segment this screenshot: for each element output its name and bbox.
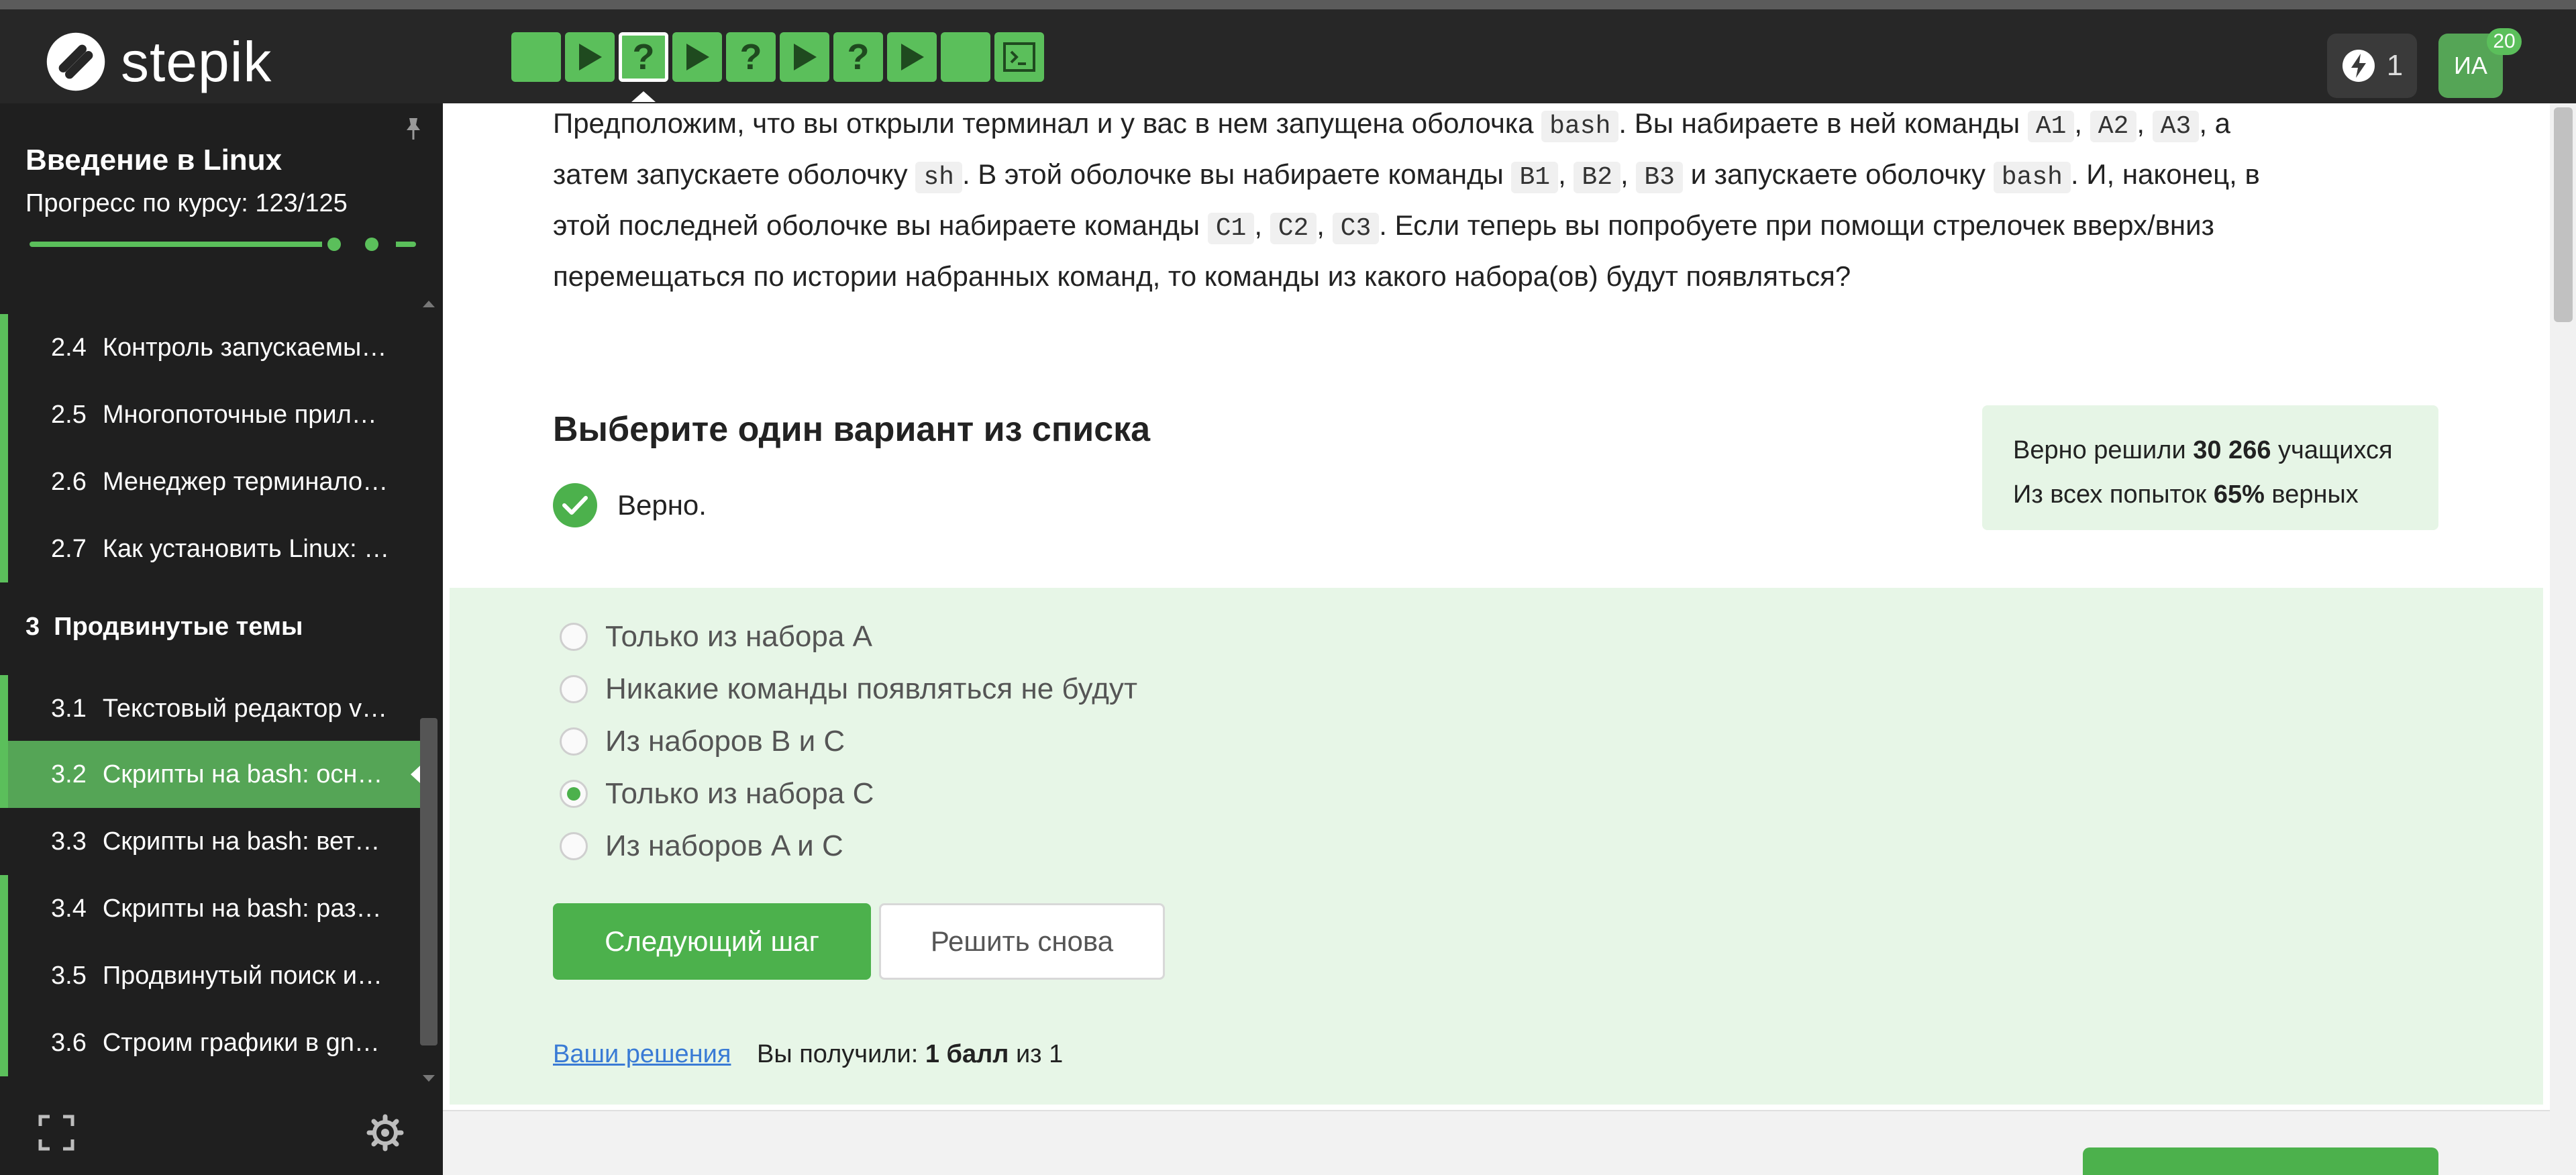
terminal-icon	[1003, 42, 1035, 72]
course-title[interactable]: Введение в Linux	[25, 144, 282, 177]
step-video-4[interactable]	[672, 32, 722, 82]
notification-badge: 20	[2487, 28, 2522, 55]
your-solutions-link[interactable]: Ваши решения	[553, 1040, 731, 1069]
question-icon: ?	[739, 37, 762, 77]
play-icon	[686, 44, 709, 70]
sidebar-scrollbar[interactable]	[420, 718, 437, 1045]
step-video-6[interactable]	[780, 32, 829, 82]
sidebar-lesson-2-6[interactable]: 2.6 Менеджер терминало…	[0, 448, 421, 515]
option-5[interactable]: Из наборов A и C	[560, 829, 843, 863]
course-sidebar: Введение в Linux Прогресс по курсу: 123/…	[0, 103, 443, 1175]
scroll-up-arrow[interactable]	[423, 301, 435, 307]
sidebar-lesson-2-7[interactable]: 2.7 Как установить Linux: …	[0, 515, 421, 582]
step-video-8[interactable]	[887, 32, 937, 82]
step-quiz-3-current[interactable]: ?	[619, 32, 668, 82]
code-c1: C1	[1207, 213, 1255, 244]
pin-icon[interactable]	[400, 115, 427, 142]
question-icon: ?	[847, 37, 870, 77]
stepik-logo[interactable]: stepik	[44, 28, 272, 95]
lesson-steps-bar: ? ? ?	[511, 32, 1044, 82]
radio-button[interactable]	[560, 832, 588, 860]
score-text: Вы получили: 1 балл из 1	[757, 1040, 1064, 1068]
stats-solved-line: Верно решили 30 266 учащихся	[2013, 436, 2393, 464]
play-icon	[901, 44, 924, 70]
stats-rate-line: Из всех попыток 65% верных	[2013, 480, 2359, 509]
lightning-icon	[2342, 50, 2375, 82]
radio-button[interactable]	[560, 623, 588, 651]
code-a2: A2	[2090, 111, 2137, 142]
radio-button[interactable]	[560, 675, 588, 703]
course-progress-label: Прогресс по курсу: 123/125	[25, 189, 348, 217]
solve-stats: Верно решили 30 266 учащихся Из всех поп…	[1982, 405, 2438, 530]
sidebar-lesson-2-4[interactable]: 2.4 Контроль запускаемы…	[0, 314, 421, 381]
comments-button-edge[interactable]	[2083, 1147, 2438, 1175]
code-sh: sh	[915, 162, 962, 193]
fullscreen-icon[interactable]	[38, 1114, 75, 1152]
sidebar-lesson-3-6[interactable]: 3.6 Строим графики в gn…	[0, 1009, 421, 1076]
top-bar: stepik ? ? ? 1 ИА 20	[0, 0, 2576, 103]
sidebar-lesson-3-4[interactable]: 3.4 Скрипты на bash: раз…	[0, 875, 421, 942]
radio-button[interactable]	[560, 727, 588, 756]
sidebar-lesson-3-5[interactable]: 3.5 Продвинутый поиск и…	[0, 942, 421, 1009]
quiz-title: Выберите один вариант из списка	[553, 410, 1151, 449]
play-icon	[579, 44, 602, 70]
avatar-initials: ИА	[2454, 52, 2487, 79]
option-2[interactable]: Никакие команды появляться не будут	[560, 672, 1137, 706]
stepik-logo-text: stepik	[121, 30, 272, 93]
step-text-1[interactable]	[511, 32, 561, 82]
gear-icon[interactable]	[366, 1114, 404, 1152]
option-4-selected[interactable]: Только из набора C	[560, 777, 874, 811]
sidebar-lesson-3-2-active[interactable]: 3.2 Скрипты на bash: осн…	[0, 741, 428, 808]
radio-button-checked[interactable]	[560, 780, 588, 808]
step-quiz-5[interactable]: ?	[726, 32, 776, 82]
question-text: Предположим, что вы открыли терминал и у…	[553, 107, 2260, 292]
code-bash-2: bash	[1993, 162, 2071, 193]
verdict-text: Верно.	[617, 489, 707, 521]
course-progress-bar	[30, 238, 416, 251]
progress-dot	[365, 238, 378, 251]
step-video-2[interactable]	[565, 32, 615, 82]
stepik-logo-icon	[46, 32, 105, 91]
code-c2: C2	[1270, 213, 1317, 244]
code-c3: C3	[1332, 213, 1380, 244]
page-scroll-thumb[interactable]	[2554, 107, 2573, 322]
options-panel: Только из набора A Никакие команды появл…	[450, 588, 2543, 1105]
code-a1: A1	[2027, 111, 2075, 142]
energy-counter[interactable]: 1	[2327, 34, 2417, 98]
step-quiz-7[interactable]: ?	[833, 32, 883, 82]
code-a3: A3	[2152, 111, 2200, 142]
next-step-button[interactable]: Следующий шаг	[553, 903, 871, 980]
sidebar-lesson-3-3[interactable]: 3.3 Скрипты на bash: вет…	[0, 808, 421, 875]
check-icon	[553, 483, 597, 527]
sidebar-lesson-2-5[interactable]: 2.5 Многопоточные прил…	[0, 381, 421, 448]
verdict: Верно.	[553, 483, 707, 527]
option-3[interactable]: Из наборов B и C	[560, 725, 845, 758]
main-content: Предположим, что вы открыли терминал и у…	[443, 103, 2550, 1175]
code-b1: B1	[1511, 162, 1559, 193]
solve-again-button[interactable]: Решить снова	[879, 903, 1165, 980]
sidebar-lesson-3-1[interactable]: 3.1 Текстовый редактор v…	[0, 675, 421, 742]
energy-count: 1	[2386, 49, 2404, 82]
progress-dot	[327, 238, 341, 251]
sidebar-module-3[interactable]: 3 Продвинутые темы	[25, 593, 303, 660]
step-terminal-10[interactable]	[994, 32, 1044, 82]
step-text-9[interactable]	[941, 32, 990, 82]
code-b2: B2	[1574, 162, 1621, 193]
option-1[interactable]: Только из набора A	[560, 620, 872, 654]
scroll-down-arrow[interactable]	[423, 1075, 435, 1082]
page-scrollbar[interactable]	[2550, 103, 2576, 1175]
play-icon	[794, 44, 817, 70]
code-b3: B3	[1636, 162, 1683, 193]
question-icon: ?	[632, 37, 655, 77]
code-bash: bash	[1541, 111, 1619, 142]
